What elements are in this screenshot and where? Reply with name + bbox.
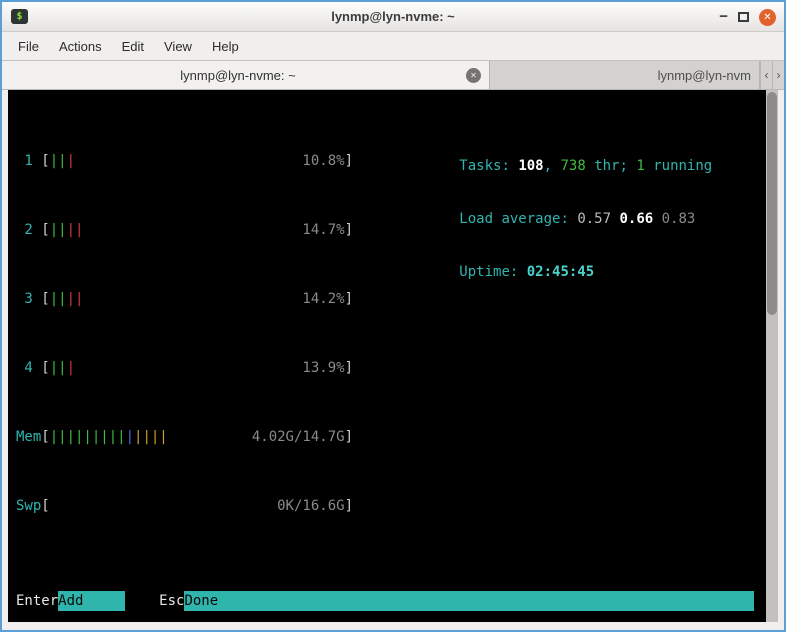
maximize-button[interactable] <box>738 12 749 22</box>
function-bar: EnterAdd EscDone <box>16 591 754 611</box>
cpu-meter-1: 1 [||| 10.8%] <box>16 151 353 172</box>
scrollbar-thumb[interactable] <box>767 92 777 315</box>
meter-bracket: [ <box>41 220 49 241</box>
meter-bars: ||| <box>50 151 75 172</box>
stats-column: Tasks: 108, 738 thr; 1 running Load aver… <box>375 103 712 565</box>
tab-close-icon[interactable]: ✕ <box>466 68 481 83</box>
meter-bracket: [ <box>41 496 49 517</box>
meter-bracket: ] <box>345 289 353 310</box>
titlebar: $ lynmp@lyn-nvme: ~ − ✕ <box>2 2 784 32</box>
meter-label: 4 <box>16 358 41 379</box>
meter-bars: |||| <box>50 220 84 241</box>
meter-bracket: ] <box>345 427 353 448</box>
meter-value: 10.8% <box>302 151 344 172</box>
meter-bracket: ] <box>345 220 353 241</box>
menu-actions[interactable]: Actions <box>49 35 112 58</box>
fn-key-esc[interactable]: Esc <box>159 591 184 611</box>
meter-bracket: [ <box>41 151 49 172</box>
tab-scroll-left-icon[interactable]: ‹ <box>760 61 772 89</box>
minimize-button[interactable]: − <box>719 12 728 22</box>
menu-edit[interactable]: Edit <box>112 35 154 58</box>
terminal-window[interactable]: 1 [|||10.8%] 2 [||||14.7%] 3 [||||14.2%]… <box>8 90 778 622</box>
close-button[interactable]: ✕ <box>759 9 776 26</box>
memory-meter: Mem[|||||||||||||| 4.02G/14.7G] <box>16 427 353 448</box>
meter-bracket: [ <box>41 358 49 379</box>
terminal-icon: $ <box>11 9 28 24</box>
tab-inactive-label: lynmp@lyn-nvm <box>498 68 751 83</box>
swap-meter: Swp[0K/16.6G] <box>16 496 353 517</box>
meter-bracket: [ <box>41 427 49 448</box>
meter-label: 2 <box>16 220 41 241</box>
menu-view[interactable]: View <box>154 35 202 58</box>
meter-value: 13.9% <box>302 358 344 379</box>
tab-scroll-right-icon[interactable]: › <box>772 61 784 89</box>
cpu-meter-3: 3 [|||| 14.2%] <box>16 289 353 310</box>
meter-bars: ||| <box>50 358 75 379</box>
tab-active[interactable]: lynmp@lyn-nvme: ~ ✕ <box>2 61 490 89</box>
meter-bars: |||||||||||||| <box>50 427 168 448</box>
menu-help[interactable]: Help <box>202 35 249 58</box>
meter-bracket: ] <box>345 358 353 379</box>
meter-label: Mem <box>16 427 41 448</box>
meter-value: 14.2% <box>302 289 344 310</box>
fn-gap <box>125 591 159 611</box>
terminal-scrollbar[interactable] <box>766 90 778 622</box>
cpu-meter-4: 4 [||| 13.9%] <box>16 358 353 379</box>
window-controls: − ✕ <box>719 2 776 32</box>
meter-bracket: [ <box>41 289 49 310</box>
meter-bracket: ] <box>345 151 353 172</box>
tab-active-label: lynmp@lyn-nvme: ~ <box>10 68 466 83</box>
meter-column: 1 [|||10.8%] 2 [||||14.7%] 3 [||||14.2%]… <box>16 103 353 565</box>
meter-label: Swp <box>16 496 41 517</box>
meter-value: 0K/16.6G <box>277 496 344 517</box>
menu-file[interactable]: File <box>8 35 49 58</box>
window-title: lynmp@lyn-nvme: ~ <box>2 9 784 24</box>
tab-inactive[interactable]: lynmp@lyn-nvm <box>490 61 760 89</box>
fn-action-done[interactable]: Done <box>184 591 754 611</box>
meter-label: 1 <box>16 151 41 172</box>
meter-bracket: ] <box>345 496 353 517</box>
fn-key-enter[interactable]: Enter <box>16 591 58 611</box>
meter-label: 3 <box>16 289 41 310</box>
tasks-line: Tasks: 108, 738 thr; 1 running <box>375 135 712 156</box>
htop-header-area: 1 [|||10.8%] 2 [||||14.7%] 3 [||||14.2%]… <box>16 103 766 565</box>
fn-action-add[interactable]: Add <box>58 591 125 611</box>
meter-value: 14.7% <box>302 220 344 241</box>
tabbar: lynmp@lyn-nvme: ~ ✕ lynmp@lyn-nvm ‹ › <box>2 60 784 90</box>
meter-value: 4.02G/14.7G <box>252 427 345 448</box>
menubar: File Actions Edit View Help <box>2 32 784 60</box>
htop-setup-screen: 1 [|||10.8%] 2 [||||14.7%] 3 [||||14.2%]… <box>8 90 766 622</box>
cpu-meter-2: 2 [|||| 14.7%] <box>16 220 353 241</box>
meter-bars: |||| <box>50 289 84 310</box>
